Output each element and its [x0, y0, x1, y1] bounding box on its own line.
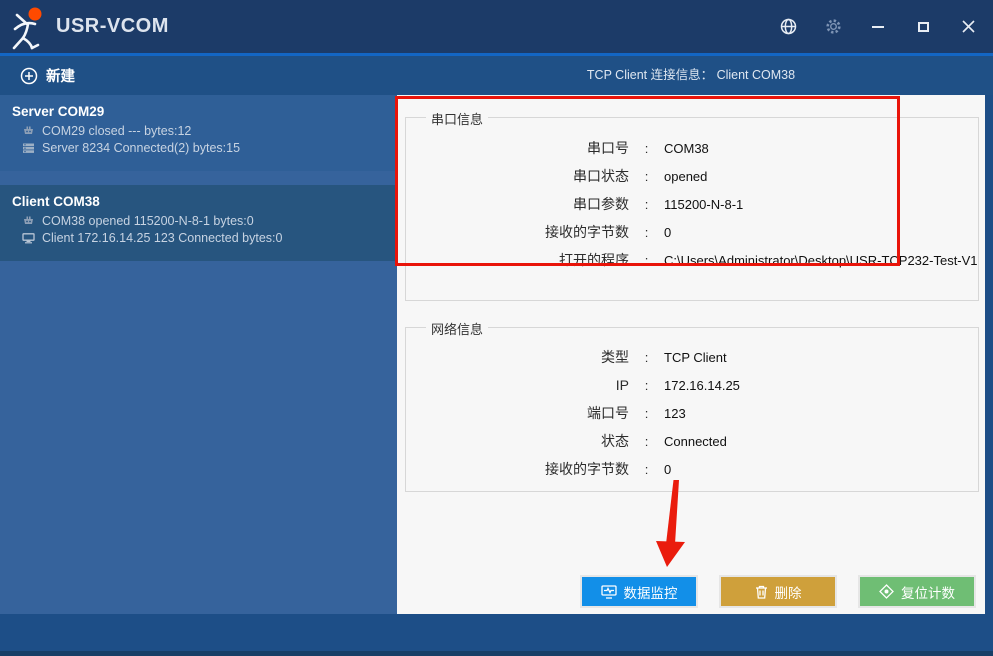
plus-circle-icon [20, 67, 38, 85]
row-value: C:\Users\Administrator\Desktop\USR-TCP23… [664, 253, 978, 268]
row-colon: : [629, 350, 664, 365]
row-value: 172.16.14.25 [664, 378, 978, 393]
row-colon: : [629, 141, 664, 156]
row-colon: : [629, 253, 664, 268]
titlebar-actions [779, 18, 993, 36]
row-label: 串口号 [406, 138, 629, 158]
serial-status-line: COM29 closed --- bytes:12 [22, 124, 387, 138]
gear-icon[interactable] [824, 18, 842, 36]
action-buttons: 数据监控 删除 复位计数 [397, 575, 985, 608]
serial-plug-icon [22, 126, 35, 137]
globe-icon[interactable] [779, 18, 797, 36]
row-value: opened [664, 169, 978, 184]
button-label: 删除 [775, 582, 802, 602]
serial-info-groupbox: 串口信息 串口号 : COM38 串口状态 : opened 串口参数 : 11… [405, 117, 979, 301]
usr-vcom-window: USR-VCOM [0, 0, 993, 656]
sidebar-item-client-com38[interactable]: Client COM38 COM38 opened 115200-N-8-1 b… [0, 185, 397, 261]
right-edge-strip [985, 95, 993, 614]
info-row: IP : 172.16.14.25 [406, 371, 978, 399]
info-row: 接收的字节数 : 0 [406, 455, 978, 483]
trash-icon [755, 585, 768, 599]
row-value: 0 [664, 462, 978, 477]
network-status-line: Server 8234 Connected(2) bytes:15 [22, 141, 387, 155]
row-label: 状态 [406, 431, 629, 451]
maximize-icon[interactable] [914, 18, 932, 36]
row-label: 打开的程序 [406, 250, 629, 270]
minimize-icon[interactable] [869, 18, 887, 36]
new-connection-button[interactable]: 新建 [20, 65, 75, 86]
status-footer [0, 614, 993, 656]
row-colon: : [629, 462, 664, 477]
info-row: 端口号 : 123 [406, 399, 978, 427]
row-value: TCP Client [664, 350, 978, 365]
info-row: 串口参数 : 115200-N-8-1 [406, 190, 978, 218]
reset-count-button[interactable]: 复位计数 [858, 575, 976, 608]
row-label: IP [406, 377, 629, 393]
info-row: 接收的字节数 : 0 [406, 218, 978, 246]
connection-title: Client COM38 [12, 194, 387, 209]
row-label: 类型 [406, 347, 629, 367]
serial-status-line: COM38 opened 115200-N-8-1 bytes:0 [22, 214, 387, 228]
footer-edge [0, 651, 993, 656]
usr-logo-icon [8, 5, 50, 51]
button-label: 复位计数 [901, 582, 955, 602]
row-label: 串口参数 [406, 194, 629, 214]
row-label: 接收的字节数 [406, 222, 629, 242]
server-icon [22, 143, 35, 154]
network-status-text: Client 172.16.14.25 123 Connected bytes:… [42, 231, 282, 245]
row-value: 115200-N-8-1 [664, 197, 978, 212]
info-row: 串口状态 : opened [406, 162, 978, 190]
delete-button[interactable]: 删除 [719, 575, 837, 608]
network-status-text: Server 8234 Connected(2) bytes:15 [42, 141, 240, 155]
row-colon: : [629, 169, 664, 184]
network-status-line: Client 172.16.14.25 123 Connected bytes:… [22, 231, 387, 245]
network-info-legend: 网络信息 [426, 319, 488, 338]
toolbar: 新建 TCP Client 连接信息： Client COM38 [0, 56, 993, 95]
row-colon: : [629, 225, 664, 240]
window-body: Server COM29 COM29 closed --- bytes:12 [0, 95, 993, 614]
row-value: 0 [664, 225, 978, 240]
row-label: 端口号 [406, 403, 629, 423]
serial-plug-icon [22, 216, 35, 227]
new-connection-label: 新建 [46, 65, 75, 86]
row-colon: : [629, 434, 664, 449]
button-label: 数据监控 [624, 582, 678, 602]
detail-panel: 串口信息 串口号 : COM38 串口状态 : opened 串口参数 : 11… [397, 95, 993, 614]
monitor-pulse-icon [601, 585, 617, 599]
titlebar: USR-VCOM [0, 0, 993, 53]
serial-status-text: COM29 closed --- bytes:12 [42, 124, 191, 138]
info-row: 打开的程序 : C:\Users\Administrator\Desktop\U… [406, 246, 978, 274]
info-row: 状态 : Connected [406, 427, 978, 455]
row-colon: : [629, 406, 664, 421]
connection-title: Server COM29 [12, 104, 387, 119]
row-label: 串口状态 [406, 166, 629, 186]
row-colon: : [629, 378, 664, 393]
connection-sidebar: Server COM29 COM29 closed --- bytes:12 [0, 95, 397, 614]
serial-info-legend: 串口信息 [426, 109, 488, 128]
sidebar-item-server-com29[interactable]: Server COM29 COM29 closed --- bytes:12 [0, 95, 397, 171]
row-value: COM38 [664, 141, 978, 156]
network-info-groupbox: 网络信息 类型 : TCP Client IP : 172.16.14.25 端… [405, 327, 979, 492]
row-value: Connected [664, 434, 978, 449]
info-row: 类型 : TCP Client [406, 343, 978, 371]
info-row: 串口号 : COM38 [406, 134, 978, 162]
data-monitor-button[interactable]: 数据监控 [580, 575, 698, 608]
row-colon: : [629, 197, 664, 212]
close-icon[interactable] [959, 18, 977, 36]
serial-status-text: COM38 opened 115200-N-8-1 bytes:0 [42, 214, 254, 228]
row-value: 123 [664, 406, 978, 421]
row-label: 接收的字节数 [406, 459, 629, 479]
reset-target-icon [879, 584, 894, 599]
app-title: USR-VCOM [56, 15, 169, 38]
connection-info-header: TCP Client 连接信息： Client COM38 [397, 56, 985, 95]
monitor-icon [22, 233, 35, 244]
